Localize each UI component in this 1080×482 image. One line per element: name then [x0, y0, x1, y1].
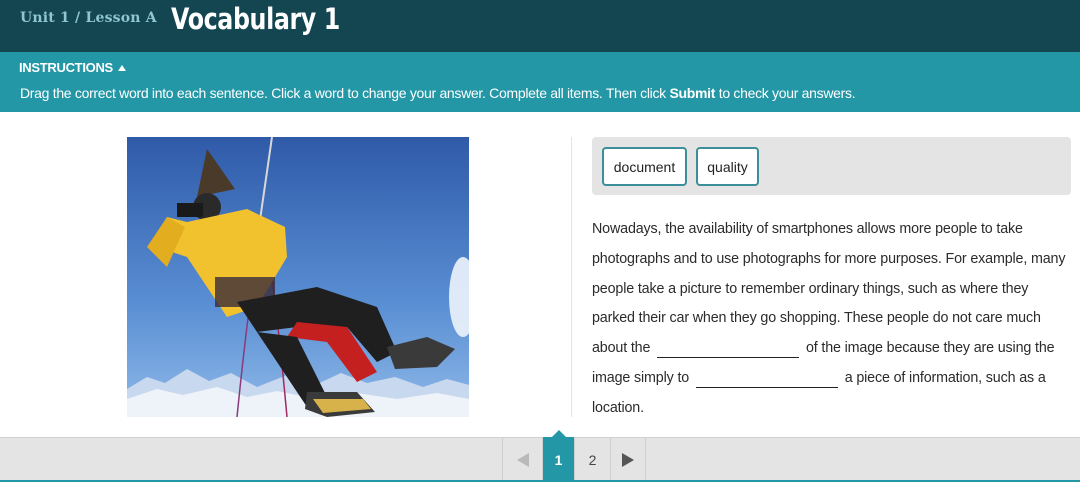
instructions-toggle[interactable]: INSTRUCTIONS	[19, 60, 126, 75]
page-1-button[interactable]: 1	[542, 430, 574, 482]
word-bank: document quality	[592, 137, 1071, 195]
climber-photo-image	[127, 137, 469, 417]
next-page-button[interactable]	[610, 437, 646, 482]
arrow-right-icon	[622, 452, 634, 467]
instructions-toggle-label: INSTRUCTIONS	[19, 60, 113, 75]
unit-lesson-label: Unit 1 / Lesson A	[20, 10, 157, 26]
submit-emphasis: Submit	[669, 85, 716, 101]
drop-blank-1[interactable]	[657, 339, 800, 359]
prev-page-button[interactable]	[502, 437, 542, 482]
passage-text: Nowadays, the availability of smartphone…	[592, 221, 1066, 416]
page-2-button[interactable]: 2	[574, 437, 610, 482]
climber-photo	[127, 137, 469, 417]
word-chip-document[interactable]: document	[602, 147, 687, 186]
instructions-panel: INSTRUCTIONS Drag the correct word into …	[0, 52, 1080, 112]
word-chip-quality[interactable]: quality	[696, 147, 759, 186]
instructions-text: Drag the correct word into each sentence…	[20, 85, 856, 101]
arrow-left-icon	[516, 452, 529, 467]
drop-blank-2[interactable]	[695, 369, 838, 388]
column-divider	[571, 137, 572, 417]
page-title: Vocabulary 1	[171, 2, 340, 36]
title-bar: Unit 1 / Lesson A Vocabulary 1	[0, 0, 1080, 52]
caret-up-icon	[117, 64, 126, 71]
pagination: 1 2	[502, 430, 646, 482]
